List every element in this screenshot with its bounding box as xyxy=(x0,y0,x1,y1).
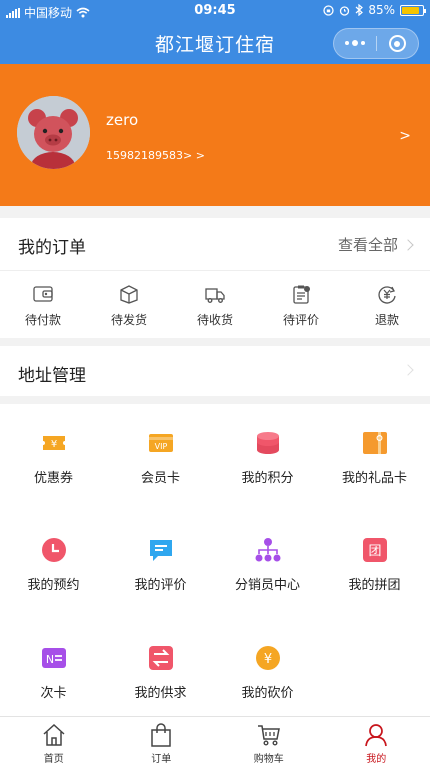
chevron-right-icon xyxy=(402,238,414,251)
order-status-row: 待付款 待发货 待收货 待评价 退款 xyxy=(0,270,430,338)
service-points[interactable]: 我的积分 xyxy=(214,429,321,486)
comment-icon xyxy=(149,540,172,561)
service-label: 我的预约 xyxy=(27,578,80,593)
order-refund[interactable]: 退款 xyxy=(344,271,430,338)
home-icon xyxy=(43,723,65,746)
tab-label: 首页 xyxy=(43,754,64,765)
service-vip-card[interactable]: VIP 会员卡 xyxy=(107,429,214,486)
avatar-image xyxy=(17,96,90,169)
tab-profile[interactable]: 我的 xyxy=(323,717,430,765)
service-appointment[interactable]: 我的预约 xyxy=(0,536,107,593)
target-icon xyxy=(388,35,406,52)
avatar[interactable] xyxy=(17,96,90,169)
svg-text:¥: ¥ xyxy=(50,439,56,450)
service-label: 分销员中心 xyxy=(234,578,300,593)
package-icon xyxy=(120,285,138,304)
tab-orders[interactable]: 订单 xyxy=(108,717,216,765)
order-label: 待收货 xyxy=(196,313,233,327)
service-label: 次卡 xyxy=(40,686,67,701)
service-supply-demand[interactable]: 我的供求 xyxy=(107,644,214,701)
bag-icon xyxy=(151,723,171,747)
order-label: 待发货 xyxy=(110,313,147,327)
profile-arrow-icon[interactable]: > xyxy=(399,128,411,144)
username: zero xyxy=(106,111,139,129)
service-label: 会员卡 xyxy=(140,471,180,486)
tab-label: 购物车 xyxy=(253,754,284,765)
chevron-right-icon xyxy=(402,364,414,376)
view-all-label: 查看全部 xyxy=(337,236,398,254)
bargain-icon: ¥ xyxy=(255,646,280,670)
clipboard-icon xyxy=(293,285,310,304)
clock-icon xyxy=(41,538,66,562)
service-group-buy[interactable]: 团 我的拼团 xyxy=(321,536,428,593)
gift-card-icon xyxy=(362,432,387,454)
network-icon xyxy=(255,538,280,562)
rotation-lock-icon xyxy=(323,4,334,16)
service-label: 我的评价 xyxy=(134,578,187,593)
orders-title: 我的订单 xyxy=(18,238,86,258)
service-label: 我的供求 xyxy=(134,686,187,701)
cart-icon xyxy=(257,725,280,746)
more-button[interactable] xyxy=(334,29,376,58)
service-times-card[interactable]: N 次卡 xyxy=(0,644,107,701)
service-reviews[interactable]: 我的评价 xyxy=(107,536,214,593)
service-label: 我的积分 xyxy=(241,471,294,486)
battery-percent: 85% xyxy=(368,3,395,17)
bottom-tab-bar: 首页 订单 购物车 我的 xyxy=(0,716,430,765)
address-title: 地址管理 xyxy=(18,366,86,386)
close-program-button[interactable] xyxy=(376,29,418,58)
bluetooth-icon xyxy=(355,4,364,16)
tab-label: 订单 xyxy=(151,754,172,765)
order-label: 待评价 xyxy=(282,313,319,327)
nav-bar: 都江堰订住宿 xyxy=(0,22,430,64)
truck-icon xyxy=(205,288,225,303)
battery-icon xyxy=(400,4,426,16)
services-grid: ¥ 优惠券 VIP 会员卡 我的积分 我的礼品卡 我的预约 我的评价 分销员中心… xyxy=(0,404,430,716)
wallet-icon xyxy=(33,286,53,302)
service-distributor-center[interactable]: 分销员中心 xyxy=(214,536,321,593)
order-pending-receipt[interactable]: 待收货 xyxy=(172,271,258,338)
service-label: 我的礼品卡 xyxy=(341,471,407,486)
service-coupon[interactable]: ¥ 优惠券 xyxy=(0,429,107,486)
order-pending-shipment[interactable]: 待发货 xyxy=(86,271,172,338)
coupon-icon: ¥ xyxy=(42,436,65,450)
tab-home[interactable]: 首页 xyxy=(0,717,108,765)
tab-label: 我的 xyxy=(366,754,387,765)
service-label: 我的砍价 xyxy=(241,686,294,701)
alarm-icon xyxy=(340,5,350,16)
tab-cart[interactable]: 购物车 xyxy=(215,717,323,765)
vip-card-icon: VIP xyxy=(148,434,173,452)
more-dots-icon xyxy=(344,40,365,46)
profile-header[interactable]: zero 15982189583> > > xyxy=(0,64,430,206)
svg-text:¥: ¥ xyxy=(263,652,271,667)
view-all-orders-link[interactable]: 查看全部 xyxy=(337,234,414,255)
orders-card: 我的订单 查看全部 待付款 待发货 待收货 待评价 退款 xyxy=(0,218,430,338)
mini-program-capsule xyxy=(333,28,419,59)
order-pending-payment[interactable]: 待付款 xyxy=(0,271,86,338)
service-label: 优惠券 xyxy=(33,471,73,486)
points-icon xyxy=(256,432,279,454)
service-gift-card[interactable]: 我的礼品卡 xyxy=(321,429,428,486)
status-bar: 中国移动 09:45 85% xyxy=(0,0,430,22)
service-bargain[interactable]: ¥ 我的砍价 xyxy=(214,644,321,701)
times-card-icon: N xyxy=(41,648,66,668)
order-label: 待付款 xyxy=(24,313,61,327)
order-label: 退款 xyxy=(374,313,399,327)
svg-text:团: 团 xyxy=(368,544,381,559)
svg-text:VIP: VIP xyxy=(154,442,167,451)
group-icon: 团 xyxy=(362,538,387,562)
phone-number[interactable]: 15982189583> > xyxy=(106,149,205,162)
exchange-icon xyxy=(148,646,173,670)
service-label: 我的拼团 xyxy=(348,578,401,593)
refund-icon xyxy=(378,286,396,304)
svg-text:N: N xyxy=(45,653,53,666)
address-management-row[interactable]: 地址管理 xyxy=(0,346,430,396)
user-icon xyxy=(365,724,388,747)
order-pending-review[interactable]: 待评价 xyxy=(258,271,344,338)
